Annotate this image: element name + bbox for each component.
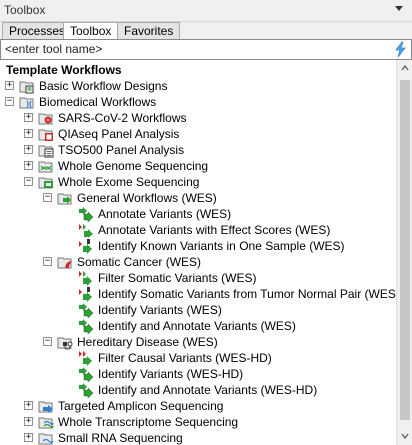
tree-item-annotate-variants[interactable]: Annotate Variants (WES)	[0, 206, 396, 222]
tab-favorites[interactable]: Favorites	[117, 22, 181, 39]
expand-icon[interactable]: +	[24, 161, 33, 170]
targeted-amplicon-folder-icon	[38, 401, 53, 413]
tree-item-label: Basic Workflow Designs	[39, 79, 168, 93]
scroll-down-arrow-icon[interactable]	[401, 432, 409, 440]
tree-item-label: Filter Somatic Variants (WES)	[98, 271, 257, 285]
expand-icon[interactable]: +	[24, 401, 33, 410]
expand-icon[interactable]: +	[24, 145, 33, 154]
wgs-folder-icon	[38, 161, 53, 173]
tree-item-somatic-cancer[interactable]: − Somatic Cancer (WES)	[0, 254, 396, 270]
tree-item-label: Whole Transcriptome Sequencing	[58, 415, 239, 429]
hereditary-disease-folder-icon	[57, 337, 73, 350]
folder-biomedical-icon	[19, 97, 34, 109]
workflow-arrow-icon	[79, 207, 94, 222]
chevron-down-icon[interactable]	[392, 2, 406, 16]
tree-item-label: Filter Causal Variants (WES-HD)	[98, 351, 272, 365]
tree-item-label: Annotate Variants (WES)	[98, 207, 232, 221]
workflow-arrow-icon	[79, 367, 94, 382]
tree-item-label: Somatic Cancer (WES)	[77, 255, 202, 269]
tree-item-filter-causal-variants[interactable]: Filter Causal Variants (WES-HD)	[0, 350, 396, 366]
workflow-arrow-icon	[79, 224, 93, 238]
tree-item-label: Hereditary Disease (WES)	[77, 335, 218, 349]
tree-item-identify-variants-hd[interactable]: Identify Variants (WES-HD)	[0, 366, 396, 382]
tree-item-biomedical-workflows[interactable]: − Biomedical Workflows	[0, 94, 396, 110]
tree-item-hereditary-disease[interactable]: − Hereditary Disease (WES)	[0, 334, 396, 350]
workflow-arrow-icon	[79, 239, 92, 254]
tree-item-label: Small RNA Sequencing	[58, 431, 183, 445]
tree-item-annotate-variants-effect-scores[interactable]: Annotate Variants with Effect Scores (WE…	[0, 222, 396, 238]
tree-item-label: Identify Somatic Variants from Tumor Nor…	[98, 287, 396, 301]
tree-item-label: Identify Variants (WES)	[98, 303, 222, 317]
collapse-icon[interactable]: −	[24, 177, 33, 186]
virus-folder-icon	[38, 113, 53, 125]
tree-item-whole-transcriptome[interactable]: + Whole Transcriptome Sequencing	[0, 414, 396, 430]
tree-item-identify-known-variants[interactable]: Identify Known Variants in One Sample (W…	[0, 238, 396, 254]
tree-item-label: Identify Variants (WES-HD)	[98, 367, 244, 381]
tso500-folder-icon	[38, 145, 54, 158]
collapse-icon[interactable]: −	[5, 97, 14, 106]
workflow-arrow-icon	[79, 287, 92, 302]
tree-item-label: Whole Genome Sequencing	[58, 159, 209, 173]
wes-folder-icon	[38, 177, 53, 189]
window-title: Toolbox	[4, 3, 46, 17]
tree-item-label: Identify and Annotate Variants (WES)	[98, 319, 296, 333]
tree-item-label: Targeted Amplicon Sequencing	[58, 399, 224, 413]
tree-item-identify-variants[interactable]: Identify Variants (WES)	[0, 302, 396, 318]
toolbox-titlebar: Toolbox	[0, 0, 412, 22]
workflow-arrow-icon	[79, 303, 94, 318]
tree-item-filter-somatic-variants[interactable]: Filter Somatic Variants (WES)	[0, 270, 396, 286]
expand-icon[interactable]: +	[24, 433, 33, 442]
tree-item-whole-exome-sequencing[interactable]: − Whole Exome Sequencing	[0, 174, 396, 190]
somatic-cancer-folder-icon	[57, 257, 72, 269]
collapse-icon[interactable]: −	[43, 337, 52, 346]
tree-item-label: QIAseq Panel Analysis	[58, 127, 180, 141]
tree-item-basic-workflow-designs[interactable]: + Basic Workflow Designs	[0, 78, 396, 94]
workflow-arrow-icon	[79, 271, 92, 286]
tab-processes[interactable]: Processes	[2, 22, 73, 39]
tree-item-label: Template Workflows	[6, 63, 122, 77]
tree-item-label: TSO500 Panel Analysis	[58, 143, 185, 157]
search-input[interactable]	[3, 41, 387, 57]
small-rna-folder-icon	[38, 433, 54, 445]
tree-item-targeted-amplicon[interactable]: + Targeted Amplicon Sequencing	[0, 398, 396, 414]
general-workflows-folder-icon	[57, 193, 72, 205]
tree-item-identify-annotate-variants-hd[interactable]: Identify and Annotate Variants (WES-HD)	[0, 382, 396, 398]
expand-icon[interactable]: +	[5, 81, 14, 90]
tab-toolbox[interactable]: Toolbox	[63, 22, 119, 40]
workflow-arrow-icon	[79, 351, 92, 366]
expand-icon[interactable]: +	[24, 129, 33, 138]
search-bar	[0, 39, 412, 60]
tree-item-qiaseq[interactable]: + QIAseq Panel Analysis	[0, 126, 396, 142]
tree-item-identify-annotate-variants[interactable]: Identify and Annotate Variants (WES)	[0, 318, 396, 334]
workflow-arrow-icon	[79, 383, 94, 398]
scroll-up-arrow-icon[interactable]	[401, 64, 409, 72]
tree-item-label: SARS-CoV-2 Workflows	[58, 111, 187, 125]
vertical-scrollbar[interactable]	[396, 60, 412, 445]
collapse-icon[interactable]: −	[43, 193, 52, 202]
tree-item-whole-genome-sequencing[interactable]: + Whole Genome Sequencing	[0, 158, 396, 174]
tree-item-template-workflows[interactable]: Template Workflows	[0, 62, 396, 78]
scrollbar-thumb[interactable]	[400, 80, 410, 420]
tree-item-label: Biomedical Workflows	[39, 95, 157, 109]
tree-item-sars-cov-2[interactable]: + SARS-CoV-2 Workflows	[0, 110, 396, 126]
tree-item-small-rna[interactable]: + Small RNA Sequencing	[0, 430, 396, 445]
tree-item-label: Identify and Annotate Variants (WES-HD)	[98, 383, 318, 397]
expand-icon[interactable]: +	[24, 417, 33, 426]
tab-bar: Processes Toolbox Favorites	[0, 22, 412, 40]
workflow-arrow-icon	[79, 319, 94, 334]
tree-item-label: Whole Exome Sequencing	[58, 175, 200, 189]
collapse-icon[interactable]: −	[43, 257, 52, 266]
qiaseq-folder-icon	[38, 129, 53, 141]
tree-item-label: Annotate Variants with Effect Scores (WE…	[98, 223, 331, 237]
tree-item-label: Identify Known Variants in One Sample (W…	[98, 239, 345, 253]
folder-workflow-icon	[19, 81, 34, 94]
tool-tree: Template Workflows + Basic Workflow Desi…	[0, 60, 396, 445]
tree-item-tso500[interactable]: + TSO500 Panel Analysis	[0, 142, 396, 158]
search-bolt-icon[interactable]	[392, 41, 409, 58]
expand-icon[interactable]: +	[24, 113, 33, 122]
tree-item-identify-somatic-tumor-normal[interactable]: Identify Somatic Variants from Tumor Nor…	[0, 286, 396, 302]
tree-item-label: General Workflows (WES)	[77, 191, 217, 205]
tree-item-general-workflows[interactable]: − General Workflows (WES)	[0, 190, 396, 206]
transcriptome-folder-icon	[38, 417, 54, 429]
